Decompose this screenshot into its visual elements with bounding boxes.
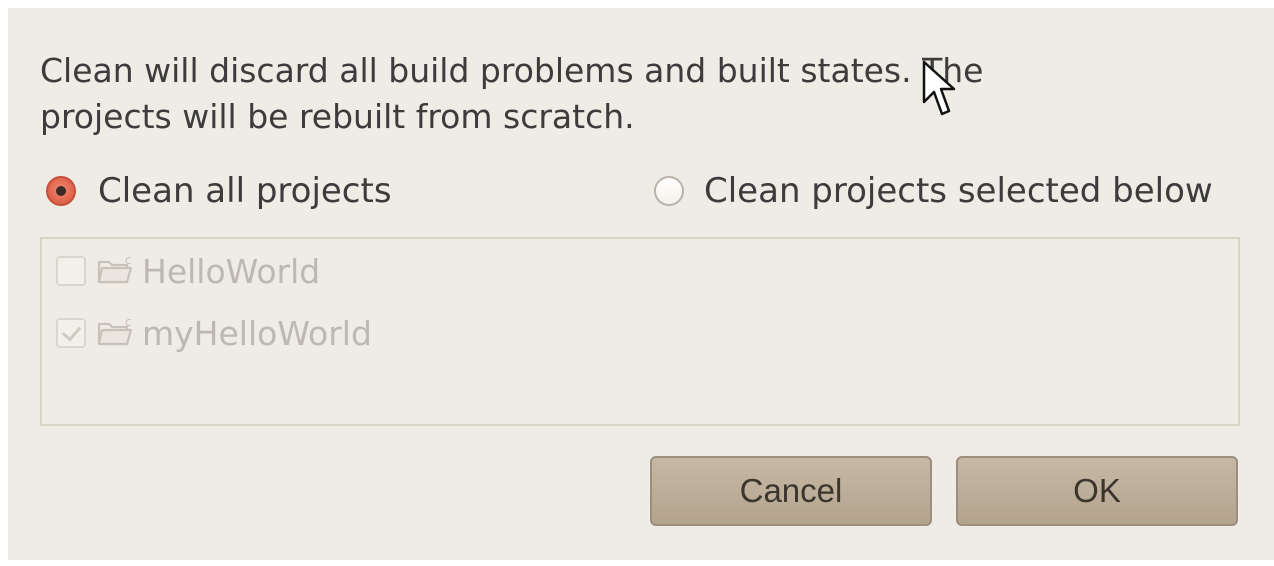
dialog-message: Clean will discard all build problems an… <box>40 48 1220 140</box>
mouse-pointer-icon <box>922 60 956 116</box>
svg-text:c: c <box>125 316 132 329</box>
project-folder-icon: c <box>97 316 133 346</box>
project-checkbox-unchecked <box>56 256 86 286</box>
ok-button[interactable]: OK <box>956 456 1238 526</box>
svg-text:c: c <box>125 254 132 267</box>
dialog-message-line-1: Clean will discard all build problems an… <box>40 51 984 90</box>
clean-dialog: Clean will discard all build problems an… <box>8 8 1274 560</box>
unselected-radio-icon[interactable] <box>654 176 684 206</box>
project-checkbox-checked <box>56 318 86 348</box>
dialog-message-line-2: projects will be rebuilt from scratch. <box>40 97 635 136</box>
clean-all-projects-option[interactable]: Clean all projects <box>46 168 392 214</box>
project-name: HelloWorld <box>142 251 321 291</box>
clean-selected-projects-option[interactable]: Clean projects selected below <box>654 168 1213 214</box>
project-item-myhelloworld: c myHelloWorld <box>56 311 372 355</box>
selected-radio-icon[interactable] <box>46 176 76 206</box>
cancel-button[interactable]: Cancel <box>650 456 932 526</box>
project-name: myHelloWorld <box>142 313 372 353</box>
project-item-helloworld: c HelloWorld <box>56 249 320 293</box>
project-folder-icon: c <box>97 254 133 284</box>
clean-selected-projects-label: Clean projects selected below <box>704 171 1213 211</box>
project-list: c HelloWorld c myHelloWorld <box>40 237 1240 426</box>
clean-all-projects-label: Clean all projects <box>98 171 392 211</box>
